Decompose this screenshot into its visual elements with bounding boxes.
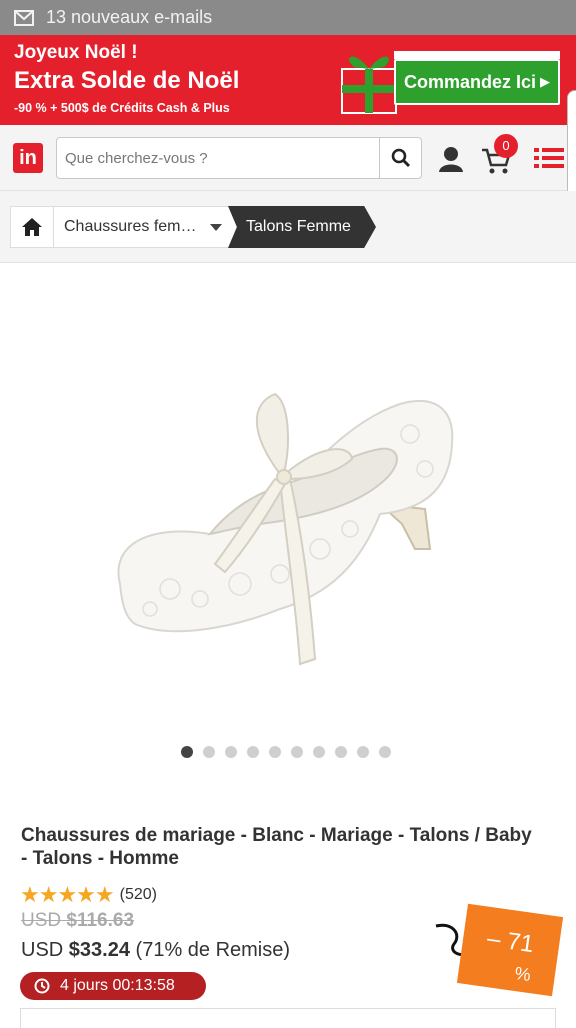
breadcrumb-category-label: Chaussures fem…: [64, 218, 197, 235]
gallery-dot[interactable]: [379, 746, 391, 758]
gallery-dot[interactable]: [313, 746, 325, 758]
gallery-dot[interactable]: [203, 746, 215, 758]
gallery-dots: [0, 746, 576, 758]
breadcrumb-current[interactable]: Talons Femme: [228, 206, 376, 248]
original-price: USD $116.63: [21, 910, 134, 932]
gallery-dot[interactable]: [247, 746, 259, 758]
user-icon[interactable]: [436, 145, 466, 173]
site-logo[interactable]: in: [13, 143, 43, 173]
old-price-currency: USD: [21, 910, 62, 931]
gallery-dot[interactable]: [181, 746, 193, 758]
promo-banner[interactable]: Joyeux Noël ! Extra Solde de Noël -90 % …: [0, 35, 576, 125]
rating-stars: ★★★★★: [20, 882, 115, 907]
product-image: [117, 392, 454, 666]
order-now-button[interactable]: Commandez Ici ▶: [394, 59, 560, 105]
countdown-timer: 4 jours 00:13:58: [20, 972, 206, 1000]
timer-text: 4 jours 00:13:58: [60, 977, 175, 994]
new-price-value: $33.24: [68, 939, 130, 961]
site-header: in: [0, 125, 576, 191]
clock-icon: [34, 978, 50, 994]
cta-frame: [394, 51, 560, 59]
search-input[interactable]: [56, 137, 380, 179]
discount-tag-symbol: %: [513, 962, 533, 986]
notification-bar[interactable]: 13 nouveaux e-mails: [0, 0, 576, 35]
notification-text: 13 nouveaux e-mails: [46, 7, 213, 27]
discount-tag: – 71 %: [456, 903, 564, 997]
options-box[interactable]: [20, 1008, 556, 1028]
mail-icon: [14, 9, 34, 26]
promo-subline: -90 % + 500$ de Crédits Cash & Plus: [14, 101, 230, 115]
old-price-value: $116.63: [66, 910, 135, 931]
discount-tag-value: – 71: [485, 924, 536, 959]
new-price-currency: USD: [21, 939, 64, 961]
gallery-dot[interactable]: [335, 746, 347, 758]
search-icon: [391, 148, 410, 168]
product-gallery[interactable]: [0, 264, 576, 734]
menu-icon[interactable]: [534, 145, 564, 171]
product-title: Chaussures de mariage - Blanc - Mariage …: [21, 825, 532, 869]
gallery-dot[interactable]: [225, 746, 237, 758]
breadcrumb-category[interactable]: Chaussures fem…: [54, 206, 238, 248]
breadcrumb: Chaussures fem… Talons Femme: [0, 191, 576, 263]
product-rating[interactable]: ★★★★★ (520): [20, 882, 157, 908]
play-arrow-icon: ▶: [540, 74, 551, 89]
search-button[interactable]: [379, 137, 422, 179]
breadcrumb-home[interactable]: [10, 206, 54, 248]
gallery-dot[interactable]: [291, 746, 303, 758]
promo-headline: Extra Solde de Noël: [14, 67, 240, 94]
gallery-dot[interactable]: [357, 746, 369, 758]
home-icon: [22, 218, 42, 236]
chevron-down-icon: [210, 224, 222, 231]
cart-count-badge: 0: [494, 134, 518, 158]
gallery-dot[interactable]: [269, 746, 281, 758]
promo-line1: Joyeux Noël !: [14, 42, 138, 63]
review-count: (520): [119, 886, 157, 903]
cta-label: Commandez Ici: [403, 71, 537, 92]
sale-price: USD $33.24 (71% de Remise): [21, 939, 290, 962]
discount-text: (71% de Remise): [135, 939, 291, 961]
